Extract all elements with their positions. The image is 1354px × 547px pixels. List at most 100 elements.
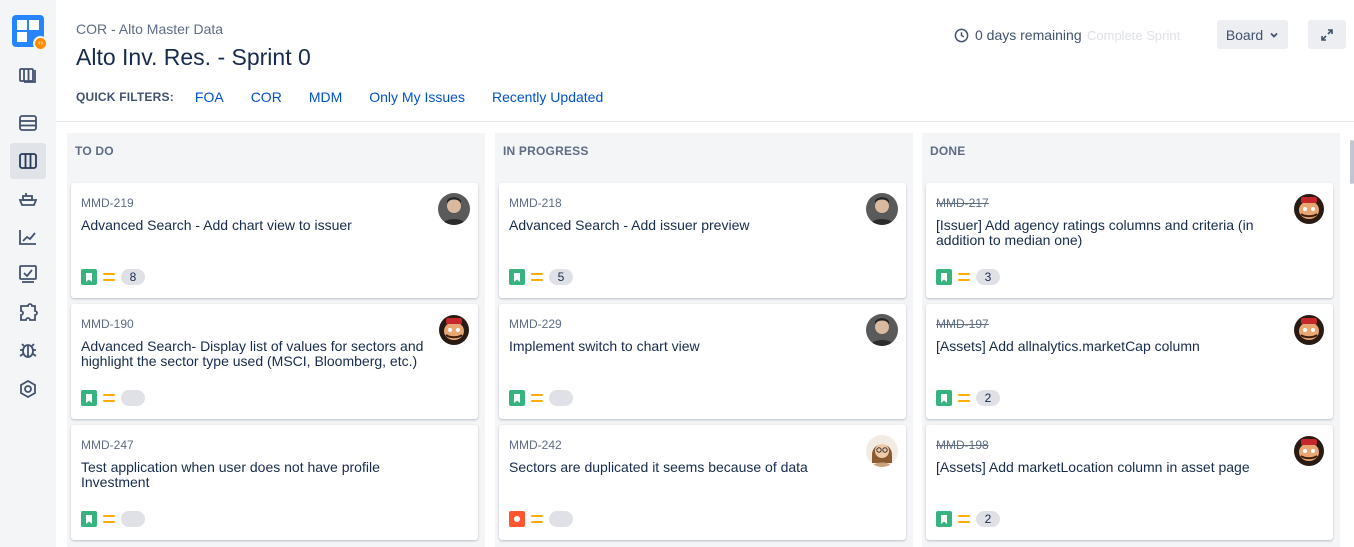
column-title: TO DO [75, 144, 114, 158]
quick-filter-only-my-issues[interactable]: Only My Issues [369, 89, 465, 105]
priority-medium-icon [531, 272, 543, 282]
quick-filters: QUICK FILTERS: FOA COR MDM Only My Issue… [76, 88, 630, 105]
quick-filter-mdm[interactable]: MDM [309, 89, 342, 105]
board-icon[interactable] [10, 143, 46, 179]
assignee-avatar[interactable] [1293, 314, 1325, 346]
column-todo: TO DO MMD-219 Advanced Search - Add char… [67, 133, 485, 547]
priority-medium-icon [531, 393, 543, 403]
issue-summary: Advanced Search- Display list of values … [81, 338, 424, 369]
issue-card[interactable]: MMD-198 [Assets] Add marketLocation colu… [926, 425, 1333, 540]
card-footer [81, 511, 145, 527]
story-icon [509, 269, 525, 285]
header-divider [56, 121, 1354, 122]
quick-filters-label: QUICK FILTERS: [76, 89, 174, 104]
story-points-badge: 5 [549, 269, 573, 285]
priority-medium-icon [958, 393, 970, 403]
assignee-avatar[interactable] [866, 435, 898, 467]
story-points-badge: 2 [976, 511, 1000, 527]
priority-medium-icon [958, 514, 970, 524]
story-points-badge [549, 511, 573, 527]
page-scrollbar[interactable] [1350, 140, 1354, 184]
issue-key[interactable]: MMD-198 [936, 438, 989, 452]
expand-button[interactable] [1308, 20, 1346, 49]
clock-icon [954, 28, 969, 42]
assignee-avatar[interactable] [1293, 193, 1325, 225]
card-footer: 2 [936, 511, 1000, 527]
story-icon [936, 269, 952, 285]
ship-icon[interactable] [10, 181, 46, 217]
column-title: IN PROGRESS [503, 144, 589, 158]
code-badge-icon: ‹› [33, 36, 48, 51]
issue-summary: [Assets] Add marketLocation column in as… [936, 459, 1250, 475]
priority-medium-icon [103, 272, 115, 282]
story-points-badge: 2 [976, 390, 1000, 406]
card-footer: 2 [936, 390, 1000, 406]
issue-card[interactable]: MMD-217 [Issuer] Add agency ratings colu… [926, 183, 1333, 298]
issue-key[interactable]: MMD-242 [509, 438, 562, 452]
story-icon [81, 269, 97, 285]
story-points-badge [549, 390, 573, 406]
board-button-label: Board [1225, 26, 1264, 43]
settings-icon[interactable] [10, 371, 46, 407]
story-points-badge: 8 [121, 269, 145, 285]
issue-key[interactable]: MMD-219 [81, 196, 134, 210]
story-icon [936, 390, 952, 406]
expand-icon [1321, 28, 1333, 41]
bug-icon[interactable] [10, 332, 46, 368]
issue-card[interactable]: MMD-218 Advanced Search - Add issuer pre… [499, 183, 906, 298]
quick-filter-cor[interactable]: COR [251, 89, 282, 105]
issue-summary: Sectors are duplicated it seems because … [509, 459, 808, 475]
board-dropdown-button[interactable]: Board [1217, 20, 1288, 49]
story-icon [81, 511, 97, 527]
issue-key[interactable]: MMD-197 [936, 317, 989, 331]
card-footer: 5 [509, 269, 573, 285]
quick-filter-recently-updated[interactable]: Recently Updated [492, 89, 603, 105]
reports-icon[interactable] [10, 219, 46, 255]
issue-card[interactable]: MMD-229 Implement switch to chart view [499, 304, 906, 419]
issue-key[interactable]: MMD-190 [81, 317, 134, 331]
column-in-progress: IN PROGRESS MMD-218 Advanced Search - Ad… [495, 133, 913, 547]
assignee-avatar[interactable] [866, 193, 898, 225]
story-icon [509, 390, 525, 406]
story-points-badge [121, 511, 145, 527]
story-icon [936, 511, 952, 527]
issue-card[interactable]: MMD-197 [Assets] Add allnalytics.marketC… [926, 304, 1333, 419]
project-logo-icon[interactable]: ‹› [12, 15, 48, 51]
project-sidebar: ‹› [0, 0, 56, 547]
issue-key[interactable]: MMD-218 [509, 196, 562, 210]
issue-summary: Advanced Search - Add chart view to issu… [81, 217, 352, 233]
issue-summary: Implement switch to chart view [509, 338, 700, 354]
issue-summary: [Assets] Add allnalytics.marketCap colum… [936, 338, 1200, 354]
assignee-avatar[interactable] [866, 314, 898, 346]
priority-medium-icon [103, 514, 115, 524]
card-footer [81, 390, 145, 406]
priority-medium-icon [531, 514, 543, 524]
assignee-avatar[interactable] [1293, 435, 1325, 467]
quick-filter-foa[interactable]: FOA [195, 89, 224, 105]
issue-summary: Advanced Search - Add issuer preview [509, 217, 750, 233]
issue-key[interactable]: MMD-247 [81, 438, 134, 452]
card-footer [509, 511, 573, 527]
story-icon [81, 390, 97, 406]
assignee-avatar[interactable] [438, 193, 470, 225]
bug-type-icon [509, 511, 525, 527]
breadcrumb[interactable]: COR - Alto Master Data [76, 21, 223, 37]
issues-icon[interactable] [10, 256, 46, 292]
sprint-remaining: 0 days remaining [954, 27, 1082, 43]
issue-key[interactable]: MMD-217 [936, 196, 989, 210]
story-points-badge [121, 390, 145, 406]
issue-key[interactable]: MMD-229 [509, 317, 562, 331]
backlog-icon[interactable] [10, 57, 46, 93]
issue-summary: Test application when user does not have… [81, 459, 380, 490]
issue-card[interactable]: MMD-242 Sectors are duplicated it seems … [499, 425, 906, 540]
issue-card[interactable]: MMD-219 Advanced Search - Add chart view… [71, 183, 478, 298]
assignee-avatar[interactable] [438, 314, 470, 346]
complete-sprint-button[interactable]: Complete Sprint [1087, 28, 1180, 43]
addons-icon[interactable] [10, 295, 46, 331]
issue-card[interactable]: MMD-247 Test application when user does … [71, 425, 478, 540]
card-footer: 3 [936, 269, 1000, 285]
issue-card[interactable]: MMD-190 Advanced Search- Display list of… [71, 304, 478, 419]
chevron-down-icon [1270, 32, 1278, 38]
column-title: DONE [930, 144, 966, 158]
releases-icon[interactable] [10, 105, 46, 141]
